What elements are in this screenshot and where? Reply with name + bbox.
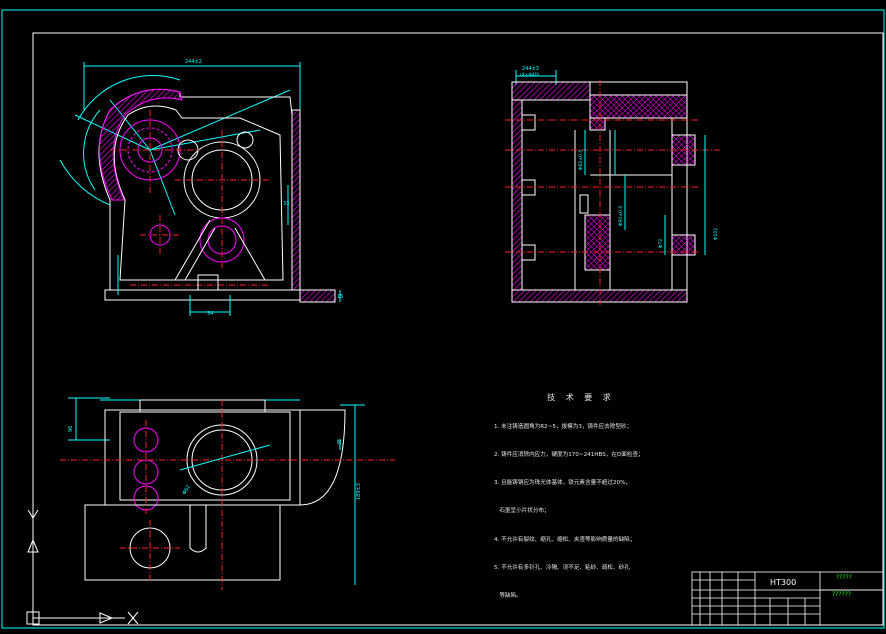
requirement-item: 等缺陷。: [494, 593, 522, 600]
dim-top-right: 35: [337, 439, 343, 445]
requirement-item: 石墨呈小片状分布；: [494, 508, 550, 515]
dim-side-dia1: Φ62±0.5: [578, 150, 584, 170]
dim-front-right: 33: [283, 201, 289, 207]
dim-side-dia2: Φ90±0.5: [618, 206, 624, 226]
technical-requirements-list: 1. 未注铸造圆角为R2~5，拔模为3，铸件应去除型砂； 2. 铸件应消除内应力…: [494, 404, 694, 611]
ucs-icon: [26, 509, 139, 625]
requirement-item: 4. 不允许有裂纹、缩孔、缩松、夹渣等影响质量的缺陷；: [494, 536, 636, 543]
drawing-svg: 244±2 34 33 15 244±3 (4×Φ40) Φ62±0.5 Φ90…: [1, 9, 885, 629]
cad-drawing-canvas[interactable]: 244±2 34 33 15 244±3 (4×Φ40) Φ62±0.5 Φ90…: [0, 0, 886, 634]
side-section-view: 244±3 (4×Φ40) Φ62±0.5 Φ90±0.5 Φ102 Φ72: [505, 66, 720, 305]
requirement-item: 1. 未注铸造圆角为R2~5，拔模为3，铸件应去除型砂；: [494, 423, 633, 430]
requirement-item: 2. 铸件应消除内应力，硬度为170~241HBS，在D面检查；: [494, 452, 644, 459]
requirement-item: 3. 且能铸钢应为珠光体基体，铁元素含量不超过20%，: [494, 480, 632, 487]
requirement-item: 5. 不允许有多针孔、冷隔、浇不足、粘砂、疏松、砂孔: [494, 564, 630, 571]
title-block-material: HT300: [770, 578, 797, 587]
dim-top-diameter: Φ62: [182, 484, 192, 496]
top-view: 96 35 189±3 Φ62: [60, 397, 395, 590]
technical-requirements-title: 技 术 要 求: [547, 393, 615, 402]
dim-top-bottom: 189±3: [356, 483, 362, 500]
dim-front-top: 244±2: [185, 59, 202, 65]
title-block-drawing-code: ??????: [832, 591, 852, 598]
dim-side-bottom: Φ72: [658, 239, 664, 248]
dim-side-dia3: Φ102: [713, 228, 719, 240]
dim-front-bottom: 34: [207, 311, 213, 317]
front-view: 244±2 34 33 15: [59, 59, 343, 317]
title-block-drawing-name: ?????: [836, 574, 852, 581]
dim-top-left: 96: [68, 426, 74, 432]
dim-front-base: 15: [337, 294, 343, 300]
dim-side-top: 244±3: [522, 66, 539, 72]
dim-side-top2: (4×Φ40): [520, 72, 540, 78]
